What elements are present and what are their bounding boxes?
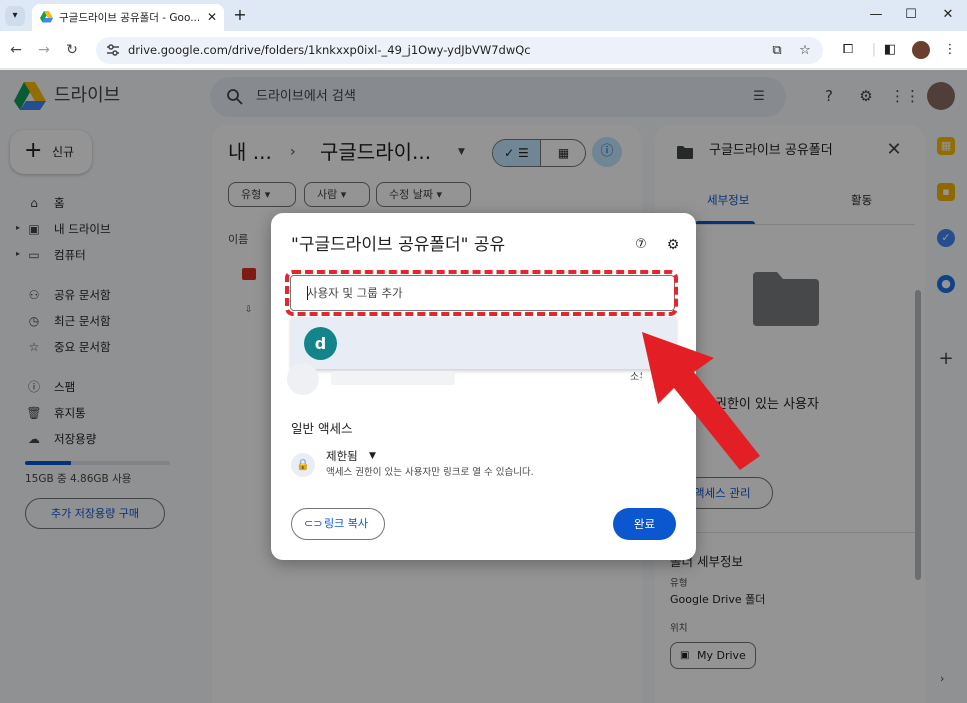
annotation-arrow-icon	[642, 332, 760, 470]
reload-icon[interactable]: ↻	[62, 40, 82, 60]
lock-icon: 🔒	[291, 453, 315, 477]
forward-arrow-icon[interactable]: →	[34, 40, 54, 60]
bookmark-star-icon[interactable]: ☆	[796, 42, 814, 60]
google-drive-favicon-icon	[40, 11, 53, 23]
access-description: 액세스 권한이 있는 사용자만 링크로 열 수 있습니다.	[326, 467, 534, 478]
settings-gear-icon[interactable]: ⚙	[663, 235, 683, 255]
browser-menu-icon[interactable]: ⋮	[940, 40, 960, 60]
minimize-icon[interactable]: —	[865, 5, 887, 25]
back-arrow-icon[interactable]: ←	[6, 40, 26, 60]
access-dropdown-icon[interactable]: ▼	[369, 448, 381, 464]
maximize-icon[interactable]: ☐	[900, 5, 922, 25]
tab-search-chevron-icon[interactable]: ▾	[5, 6, 25, 26]
suggestion-avatar: d	[304, 327, 337, 360]
copy-link-button[interactable]: ⊂⊃ 링크 복사	[291, 508, 385, 540]
browser-tab-active[interactable]: 구글드라이브 공유폴더 - Goo... ✕	[32, 4, 224, 31]
share-dialog-title: "구글드라이브 공유폴더" 공유	[291, 235, 506, 255]
side-panel-icon[interactable]: ◧	[880, 40, 900, 60]
link-icon: ⊂⊃	[304, 517, 323, 530]
access-level-select[interactable]: 제한됨	[326, 448, 406, 464]
address-bar[interactable]: drive.google.com/drive/folders/1knkxxp0i…	[96, 37, 823, 64]
copy-link-label: 링크 복사	[324, 517, 368, 530]
owner-name-blurred	[331, 371, 455, 385]
tab-close-icon[interactable]: ✕	[204, 9, 220, 25]
owner-row-blurred	[287, 361, 457, 395]
extensions-icon[interactable]: ⧠	[838, 40, 858, 60]
translate-icon[interactable]: ⧉	[768, 42, 786, 60]
browser-toolbar: ← → ↻ drive.google.com/drive/folders/1kn…	[0, 31, 967, 69]
general-access-heading: 일반 액세스	[291, 421, 353, 436]
done-button[interactable]: 완료	[613, 508, 676, 540]
browser-tab-bar: ▾ 구글드라이브 공유폴더 - Goo... ✕ + — ☐ ✕	[0, 0, 967, 31]
annotation-highlight-box	[285, 270, 678, 316]
owner-avatar	[287, 363, 319, 395]
tab-title: 구글드라이브 공유폴더 - Goo...	[59, 12, 199, 24]
help-icon[interactable]: ⑦	[631, 235, 651, 255]
url-text: drive.google.com/drive/folders/1knkxxp0i…	[128, 43, 531, 57]
new-tab-button[interactable]: +	[230, 5, 250, 25]
profile-avatar[interactable]	[912, 41, 930, 59]
site-info-icon[interactable]	[106, 43, 120, 57]
window-close-icon[interactable]: ✕	[937, 5, 959, 25]
